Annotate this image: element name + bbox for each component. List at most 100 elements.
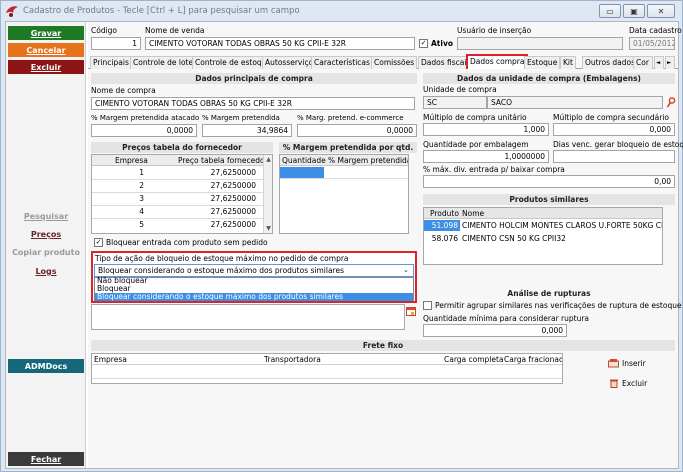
margem-pretendida-field[interactable]: 34,9864	[202, 124, 292, 137]
tab-principais[interactable]: Principais	[90, 56, 132, 69]
insert-icon	[608, 359, 619, 368]
row-preco: 27,6250000	[210, 168, 256, 177]
frete-excluir-button[interactable]: Excluir	[609, 378, 647, 388]
tipo-bloqueio-label: Tipo de ação de bloqueio de estoque máxi…	[95, 254, 349, 263]
margem-ecommerce-label: % Marg. pretend. e-commerce	[297, 114, 404, 122]
trash-icon	[610, 379, 618, 388]
tab-dados-compra[interactable]: Dados compra	[466, 54, 529, 69]
tab-outros-dados[interactable]: Outros dados	[582, 56, 639, 69]
gravar-button[interactable]: Gravar	[8, 26, 84, 40]
nome-compra-field[interactable]: CIMENTO VOTORAN TODAS OBRAS 50 KG CPII-E…	[91, 97, 415, 110]
col-margem-header: % Margem pretendida	[328, 156, 409, 165]
cancelar-button[interactable]: Cancelar	[8, 43, 84, 57]
ativo-label: Ativo	[431, 39, 454, 48]
admdocs-button[interactable]: ADMDocs	[8, 359, 84, 373]
close-button[interactable]: ✕	[647, 4, 675, 18]
usuario-insercao-field	[457, 37, 623, 50]
usuario-insercao-label: Usuário de inserção	[457, 26, 532, 35]
precos-fornecedor-title: Preços tabela do fornecedor	[91, 142, 273, 153]
col-empresa-header: Empresa	[94, 355, 127, 364]
dias-vencimento-label: Dias venc. gerar bloqueio de estoque	[553, 140, 683, 149]
window-title: Cadastro de Produtos - Tecle [Ctrl + L] …	[23, 6, 300, 16]
multiplo-compra-label: Múltiplo de compra unitário	[423, 113, 527, 122]
bloquear-entrada-label: Bloquear entrada com produto sem pedido	[106, 238, 268, 247]
frete-inserir-button[interactable]: Inserir	[608, 358, 646, 368]
margem-atacado-field[interactable]: 0,0000	[91, 124, 197, 137]
permitir-agrupar-checkbox[interactable]	[423, 301, 432, 310]
precos-fornecedor-grid[interactable]: Empresa Preço tabela fornecedor 1 27,625…	[91, 154, 273, 234]
excluir-button[interactable]: Excluir	[8, 60, 84, 74]
chevron-down-icon[interactable]: ⌄	[403, 266, 409, 274]
div-entrada-field[interactable]: 0,00	[423, 175, 675, 188]
bloquear-entrada-checkbox[interactable]: ✓	[94, 238, 103, 247]
similares-title: Produtos similares	[423, 194, 675, 205]
row-preco: 27,6250000	[210, 181, 256, 190]
row-empresa: 3	[139, 194, 144, 203]
logs-button[interactable]: Logs	[8, 265, 84, 278]
margem-qtd-grid[interactable]: Quantidade % Margem pretendida	[279, 154, 409, 234]
client-area: Gravar Cancelar Excluir Pesquisar Preços…	[5, 21, 683, 469]
row-nome: CIMENTO CSN 50 KG CPII32	[462, 234, 566, 243]
qtd-embalagem-label: Quantidade por embalagem	[423, 140, 529, 149]
tab-autosservico[interactable]: Autosserviço	[262, 56, 317, 69]
col-nome-header: Nome	[462, 209, 485, 218]
col-produto-header: Produto	[430, 209, 459, 218]
tab-strip: Principais Controle de lote Controle de …	[88, 54, 678, 69]
nome-venda-label: Nome de venda	[145, 26, 205, 35]
sidebar: Gravar Cancelar Excluir Pesquisar Preços…	[6, 22, 86, 468]
calendar-icon[interactable]	[406, 306, 416, 316]
tab-cor[interactable]: Cor	[633, 56, 653, 69]
fechar-button[interactable]: Fechar	[8, 452, 84, 466]
div-entrada-label: % máx. div. entrada p/ baixar compra	[423, 165, 565, 174]
compra-section-title: Dados principais de compra	[91, 73, 417, 84]
frete-grid[interactable]: Empresa Transportadora Carga completa Ca…	[91, 353, 563, 384]
row-divider	[280, 178, 408, 179]
multiplo-compra-field[interactable]: 1,000	[423, 123, 549, 136]
row-nome: CIMENTO HOLCIM MONTES CLAROS U.FORTE 50K…	[462, 221, 663, 230]
scroll-down-icon[interactable]: ▼	[264, 224, 272, 233]
margem-ecommerce-field[interactable]: 0,0000	[297, 124, 417, 137]
col-carga-completa-header: Carga completa	[444, 355, 504, 364]
col-preco-header: Preço tabela fornecedor	[178, 156, 268, 165]
tab-controle-lote[interactable]: Controle de lote	[130, 56, 197, 69]
dias-vencimento-field[interactable]	[553, 150, 675, 163]
tab-kit[interactable]: Kit	[560, 56, 576, 69]
precos-button[interactable]: Preços	[8, 228, 84, 241]
frete-header: Empresa Transportadora Carga completa Ca…	[92, 354, 562, 365]
pesquisar-button[interactable]: Pesquisar	[8, 210, 84, 223]
selected-cell[interactable]	[280, 167, 324, 178]
data-cadastro-label: Data cadastro	[629, 26, 682, 35]
similares-grid[interactable]: Produto Nome 51.098 CIMENTO HOLCIM MONTE…	[423, 207, 663, 265]
row-empresa: 1	[139, 168, 144, 177]
scroll-up-icon[interactable]: ▲	[264, 155, 272, 164]
tab-estoque[interactable]: Estoque	[524, 56, 561, 69]
unidade-compra-label: Unidade de compra	[423, 85, 497, 94]
observacao-area[interactable]	[91, 304, 405, 330]
tab-scroll-left-button[interactable]: ◄	[654, 56, 664, 69]
qtd-minima-field[interactable]: 0,000	[423, 324, 567, 337]
margem-pretendida-label: % Margem pretendida	[202, 114, 280, 122]
unidade-codigo-field: SC	[423, 96, 487, 109]
tab-scroll-right-button[interactable]: ►	[665, 56, 675, 69]
minimize-button[interactable]: ▭	[599, 4, 621, 18]
col-transportadora-header: Transportadora	[264, 355, 321, 364]
option-bloquear-similares[interactable]: Bloquear considerando o estoque máximo d…	[95, 293, 413, 301]
precos-grid-scrollbar[interactable]: ▲ ▼	[263, 155, 272, 233]
tab-comissoes[interactable]: Comissões	[371, 56, 418, 69]
margem-qtd-title: % Margem pretendida por qtd.	[279, 142, 417, 153]
rupturas-title: Análise de rupturas	[423, 288, 675, 299]
ativo-checkbox[interactable]: ✓	[419, 39, 428, 48]
qtd-embalagem-field[interactable]: 1,0000000	[423, 150, 549, 163]
multiplo-secundario-field[interactable]: 0,000	[553, 123, 675, 136]
main-form: Código 1 Nome de venda CIMENTO VOTORAN T…	[88, 22, 683, 468]
row-divider	[92, 378, 562, 379]
maximize-button[interactable]: ▣	[623, 4, 645, 18]
tab-caracteristicas[interactable]: Características	[311, 56, 373, 69]
codigo-field[interactable]: 1	[91, 37, 141, 50]
copiar-produto-button[interactable]: Copiar produto	[8, 246, 84, 259]
key-search-icon[interactable]	[666, 97, 676, 108]
col-quantidade-header: Quantidade	[282, 156, 326, 165]
row-empresa: 5	[139, 220, 144, 229]
nome-venda-field[interactable]: CIMENTO VOTORAN TODAS OBRAS 50 KG CPII-E…	[145, 37, 415, 50]
excluir-label: Excluir	[622, 378, 648, 388]
